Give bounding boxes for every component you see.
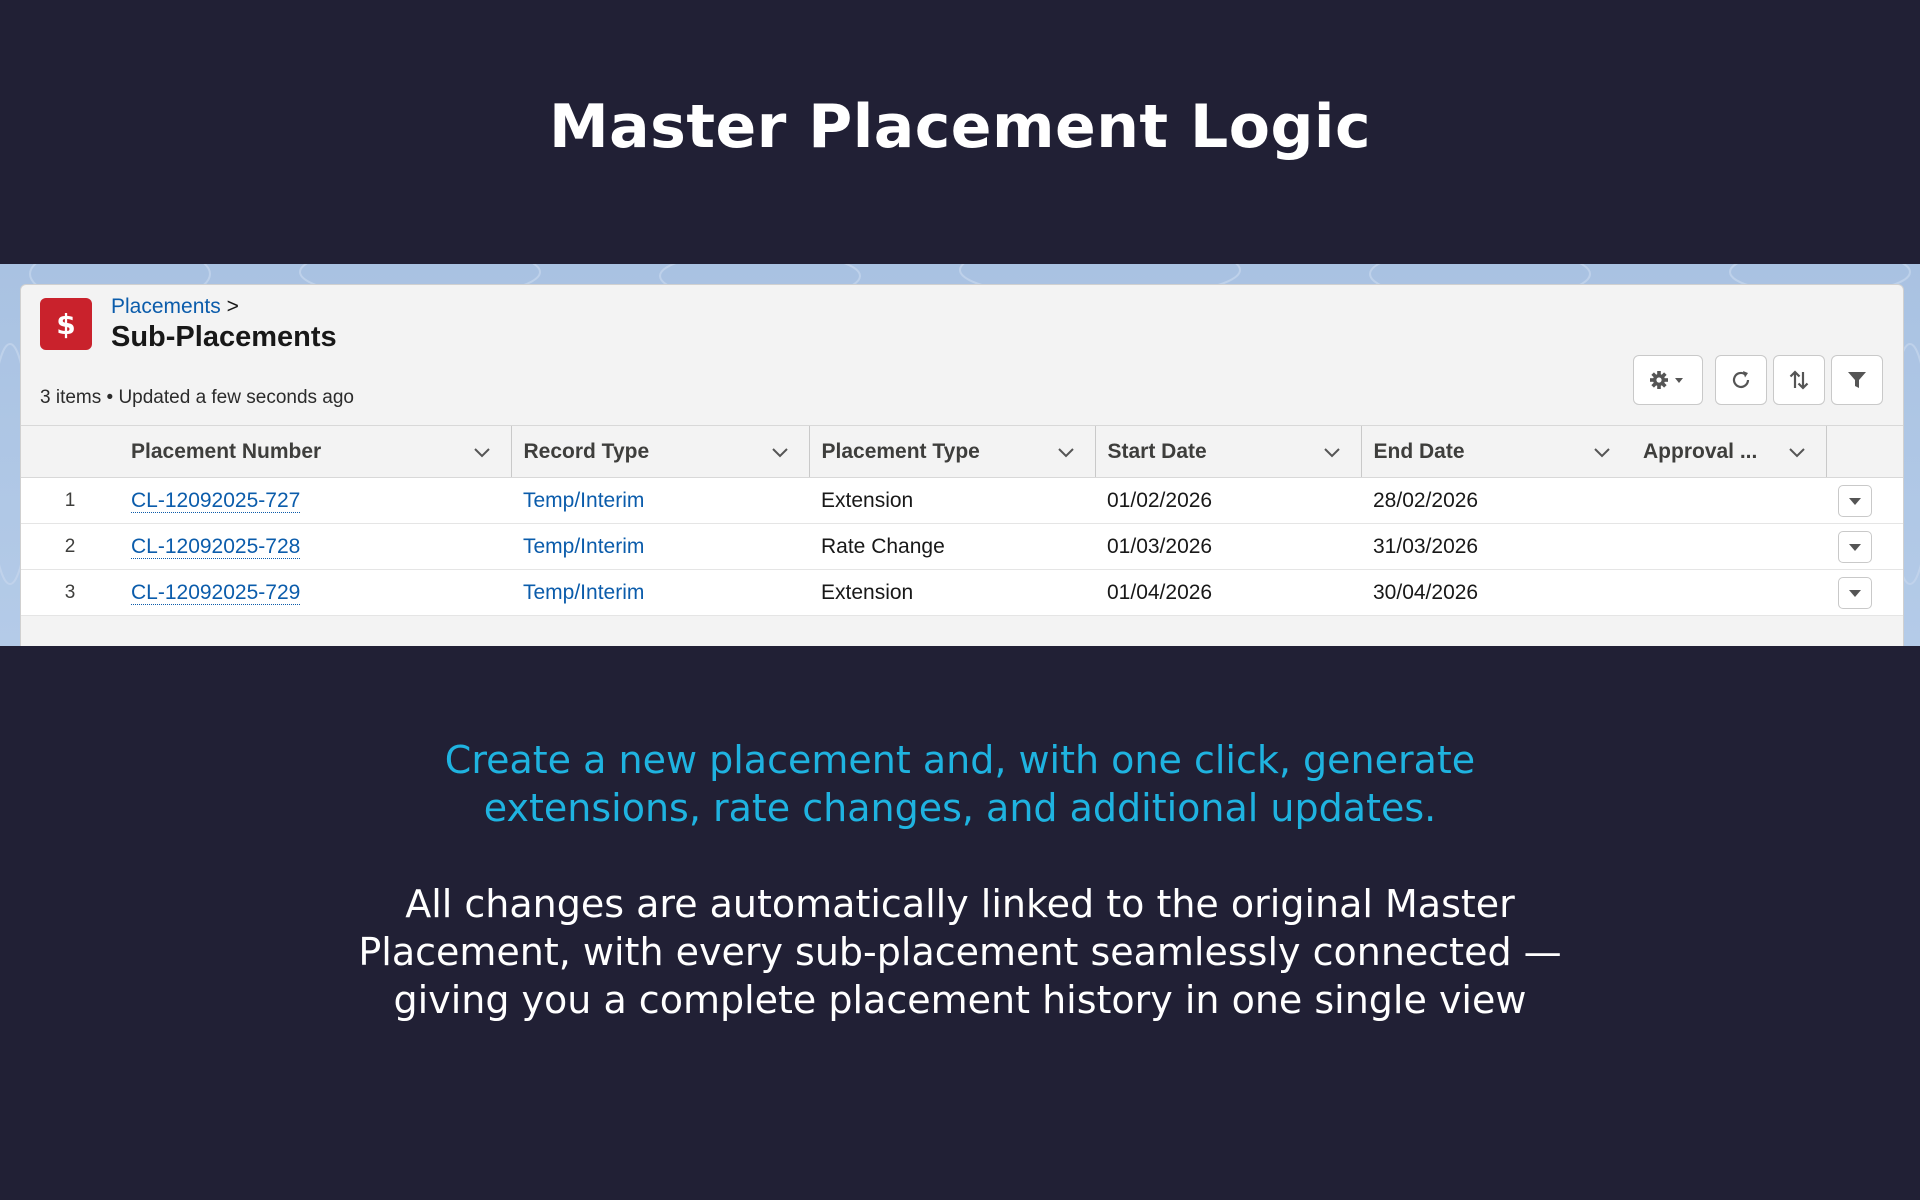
table-row: 3 CL-12092025-729 Temp/Interim Extension… [21,569,1903,616]
chevron-down-icon[interactable] [769,441,791,463]
table-header-row: Placement Number Record Type Placement T… [21,425,1903,478]
row-number: 2 [21,523,119,570]
record-type-link[interactable]: Temp/Interim [523,581,644,604]
record-type-link[interactable]: Temp/Interim [523,535,644,558]
placement-number-link[interactable]: CL-12092025-727 [131,488,301,513]
highlight-line: Create a new placement and, with one cli… [444,738,1476,782]
screenshot-band: $ Placements > Sub-Placements 3 items • … [0,264,1920,646]
end-date-cell: 28/02/2026 [1361,477,1631,524]
dollar-icon: $ [40,298,92,350]
placement-type-cell: Extension [809,477,1095,524]
sub-placements-table: Placement Number Record Type Placement T… [21,425,1903,616]
actions-header [1825,425,1903,478]
sort-button[interactable] [1773,355,1825,405]
description-text: All changes are automatically linked to … [0,880,1920,1024]
highlight-text: Create a new placement and, with one cli… [0,736,1920,832]
refresh-icon [1732,371,1750,389]
column-header-placement-type[interactable]: Placement Type [808,425,1095,478]
chevron-down-icon[interactable] [1591,441,1613,463]
description-line: giving you a complete placement history … [393,978,1527,1022]
end-date-cell: 31/03/2026 [1361,523,1631,570]
row-number-header [21,425,119,478]
placement-type-cell: Extension [809,569,1095,616]
chevron-down-icon[interactable] [471,441,493,463]
description-line: Placement, with every sub-placement seam… [358,930,1562,974]
placement-number-link[interactable]: CL-12092025-728 [131,534,301,559]
column-header-start-date[interactable]: Start Date [1094,425,1361,478]
filter-button[interactable] [1831,355,1883,405]
filter-icon [1848,372,1866,388]
approval-cell [1631,569,1826,616]
row-number: 3 [21,569,119,616]
highlight-line: extensions, rate changes, and additional… [483,786,1437,830]
record-type-link[interactable]: Temp/Interim [523,489,644,512]
caret-down-icon [1849,543,1861,551]
settings-icon [1650,371,1683,389]
list-view-card: $ Placements > Sub-Placements 3 items • … [20,284,1904,646]
sort-icon [1789,370,1809,390]
record-type-cell: Temp/Interim [511,569,809,616]
table-row: 1 CL-12092025-727 Temp/Interim Extension… [21,477,1903,524]
placement-type-cell: Rate Change [809,523,1095,570]
column-header-end-date[interactable]: End Date [1360,425,1631,478]
placement-number-link[interactable]: CL-12092025-729 [131,580,301,605]
table-row: 2 CL-12092025-728 Temp/Interim Rate Chan… [21,523,1903,570]
caret-down-icon [1849,589,1861,597]
start-date-cell: 01/02/2026 [1095,477,1361,524]
end-date-cell: 30/04/2026 [1361,569,1631,616]
row-actions-button[interactable] [1838,576,1872,609]
approval-cell [1631,477,1826,524]
page-headline: Master Placement Logic [548,92,1372,162]
placement-number-cell: CL-12092025-729 [119,569,511,616]
row-number: 1 [21,477,119,524]
column-header-record-type[interactable]: Record Type [510,425,809,478]
record-type-cell: Temp/Interim [511,523,809,570]
start-date-cell: 01/04/2026 [1095,569,1361,616]
row-actions-cell [1826,523,1903,570]
row-actions-cell [1826,477,1903,524]
column-header-approval[interactable]: Approval ... [1631,425,1826,478]
approval-cell [1631,523,1826,570]
breadcrumb: Placements > [111,295,239,319]
chevron-down-icon[interactable] [1786,441,1808,463]
list-title: Sub-Placements [111,321,337,353]
placement-number-cell: CL-12092025-728 [119,523,511,570]
description-line: All changes are automatically linked to … [405,882,1515,926]
start-date-cell: 01/03/2026 [1095,523,1361,570]
breadcrumb-separator: > [226,295,239,318]
row-actions-cell [1826,569,1903,616]
record-type-cell: Temp/Interim [511,477,809,524]
chevron-down-icon[interactable] [1321,441,1343,463]
list-settings-button[interactable] [1633,355,1703,405]
row-actions-button[interactable] [1838,484,1872,517]
placement-number-cell: CL-12092025-727 [119,477,511,524]
refresh-button[interactable] [1715,355,1767,405]
row-actions-button[interactable] [1838,530,1872,563]
list-meta-status: 3 items • Updated a few seconds ago [40,387,355,408]
caret-down-icon [1849,497,1861,505]
chevron-down-icon[interactable] [1055,441,1077,463]
breadcrumb-placements-link[interactable]: Placements [111,295,221,318]
column-header-placement-number[interactable]: Placement Number [119,425,511,478]
